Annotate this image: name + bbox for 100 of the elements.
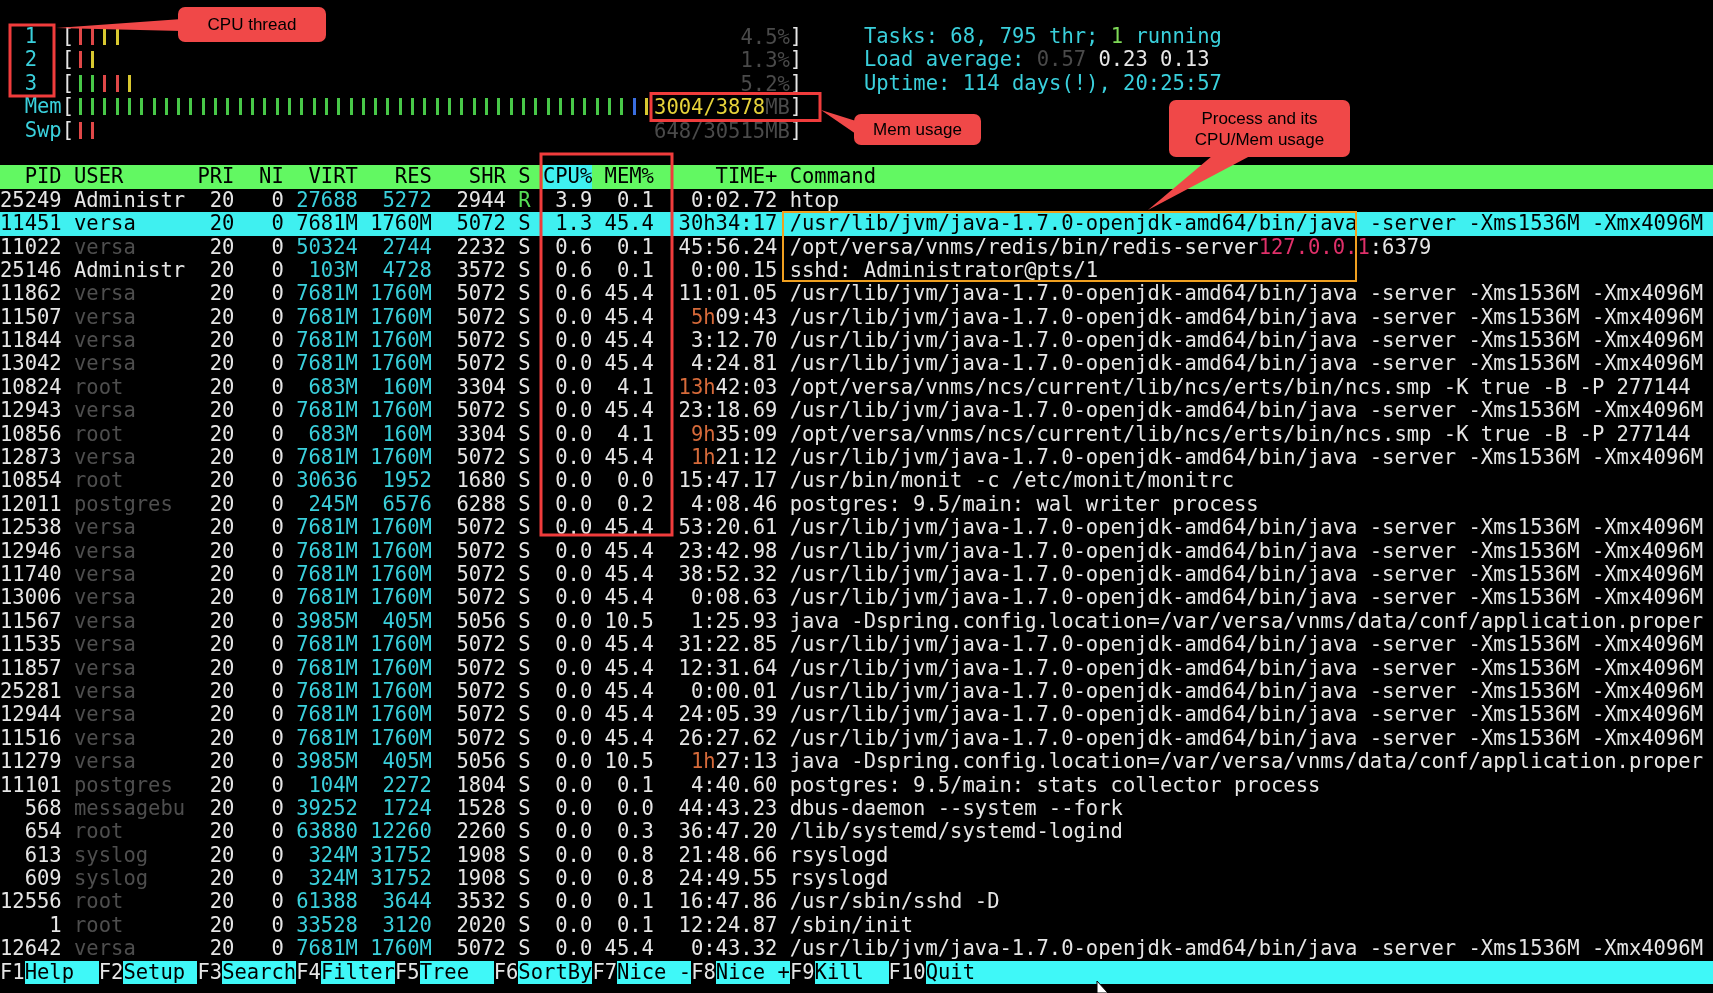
column-header[interactable]: S bbox=[518, 165, 531, 189]
process-row[interactable]: 12944 versa 20 0 7681M 1760M 5072 S 0.0 45.4 24:05.39 /usr/lib/jvm/java-1.7.0-openjdk-amd64/bin/java -server -Xms1536M -Xmx4096M bbox=[0, 703, 1713, 727]
column-header[interactable]: PRI bbox=[197, 165, 235, 189]
table-cell-text: 20 bbox=[208, 563, 235, 587]
meter-bracket: ] bbox=[789, 48, 803, 72]
process-row[interactable]: 25249 Administr 20 0 27688 5272 2944 R 3.9 0.1 0:02.72 htop bbox=[0, 188, 1713, 213]
column-header[interactable]: RES bbox=[370, 165, 432, 189]
table-cell-text: /usr/lib/jvm/java-1.7.0-openjdk-amd64/bin/java -server -Xms1536M -Xmx4096M bbox=[789, 329, 1704, 353]
table-cell-text: 20 bbox=[208, 258, 235, 283]
process-row[interactable]: 13006 versa 20 0 7681M 1760M 5072 S 0.0 45.4 0:08.63 /usr/lib/jvm/java-1.7.0-openjdk-amd64/bin/java -server -Xms1536M -Xmx4096M bbox=[0, 586, 1713, 610]
table-cell: Administr bbox=[74, 188, 186, 213]
table-cell-text: /usr/lib/jvm/java-1.7.0-openjdk-amd64/bin/java -server -Xms1536M -Xmx4096M bbox=[789, 446, 1704, 470]
process-row[interactable]: 11507 versa 20 0 7681M 1760M 5072 S 0.0 45.4 5h09:43 /usr/lib/jvm/java-1.7.0-openjdk-amd64/bin/java -server -Xms1536M -Xmx4096M bbox=[0, 305, 1713, 330]
table-cell: 1760M bbox=[370, 212, 432, 236]
process-row[interactable]: 25281 versa 20 0 7681M 1760M 5072 S 0.0 45.4 0:00.01 /usr/lib/jvm/java-1.7.0-openjdk-amd64/bin/java -server -Xms1536M -Xmx4096M bbox=[0, 679, 1713, 704]
table-cell-text: 20 bbox=[208, 867, 235, 891]
function-key-button[interactable]: Tree bbox=[419, 960, 494, 984]
function-key-button[interactable]: Nice - bbox=[617, 960, 692, 984]
meter-label: 2 bbox=[24, 48, 38, 72]
column-header[interactable]: SHR bbox=[444, 165, 506, 189]
table-cell: 7681M bbox=[296, 305, 358, 330]
table-cell-text: 0 bbox=[270, 446, 284, 470]
table-cell-text: 0:00.01 bbox=[689, 679, 778, 704]
process-row[interactable]: 11279 versa 20 0 3985M 405M 5056 S 0.0 10.5 1h27:13 java -Dspring.config.location=/var/versa/vnms/data/conf/application.proper bbox=[0, 750, 1713, 774]
process-row[interactable]: 12943 versa 20 0 7681M 1760M 5072 S 0.0 45.4 23:18.69 /usr/lib/jvm/java-1.7.0-openjdk-amd64/bin/java -server -Xms1536M -Xmx4096M bbox=[0, 399, 1713, 423]
table-cell-text: /opt/versa/vnms/ncs/current/lib/ncs/erts/bin/ncs.smp -K true -B -P 277144 bbox=[789, 422, 1692, 447]
table-cell: 7681M bbox=[296, 446, 358, 470]
meter-label: 1 bbox=[24, 25, 38, 49]
process-row[interactable]: 12538 versa 20 0 7681M 1760M 5072 S 0.0 45.4 53:20.61 /usr/lib/jvm/java-1.7.0-openjdk-amd64/bin/java -server -Xms1536M -Xmx4096M bbox=[0, 516, 1713, 540]
table-cell-text: 0 bbox=[270, 235, 284, 259]
process-row[interactable]: 11857 versa 20 0 7681M 1760M 5072 S 0.0 45.4 12:31.64 /usr/lib/jvm/java-1.7.0-openjdk-amd64/bin/java -server -Xms1536M -Xmx4096M bbox=[0, 656, 1713, 680]
process-row[interactable]: 10854 root 20 0 30636 1952 1680 S 0.0 0.0 15:47.17 /usr/bin/monit -c /etc/monit/monitrc bbox=[0, 469, 1713, 493]
process-row[interactable]: 12946 versa 20 0 7681M 1760M 5072 S 0.0 45.4 23:42.98 /usr/lib/jvm/java-1.7.0-openjdk-amd64/bin/java -server -Xms1536M -Xmx4096M bbox=[0, 539, 1713, 563]
table-cell: 1760M bbox=[370, 446, 432, 470]
table-cell-text: /usr/lib/jvm/java-1.7.0-openjdk-amd64/bin/java -server -Xms1536M -Xmx4096M bbox=[789, 282, 1704, 306]
process-row[interactable]: 11740 versa 20 0 7681M 1760M 5072 S 0.0 45.4 38:52.32 /usr/lib/jvm/java-1.7.0-openjdk-amd64/bin/java -server -Xms1536M -Xmx4096M bbox=[0, 563, 1713, 587]
process-row[interactable]: 12556 root 20 0 61388 3644 3532 S 0.0 0.1 16:47.86 /usr/sbin/sshd -D bbox=[0, 890, 1713, 914]
process-row[interactable]: 12642 versa 20 0 7681M 1760M 5072 S 0.0 45.4 0:43.32 /usr/lib/jvm/java-1.7.0-openjdk-amd64/bin/java -server -Xms1536M -Xmx4096M bbox=[0, 937, 1713, 961]
process-row[interactable]: 10856 root 20 0 683M 160M 3304 S 0.0 4.1 9h35:09 /opt/versa/vnms/ncs/current/lib/ncs/erts/bin/ncs.smp -K true -B -P 277144 bbox=[0, 422, 1713, 447]
function-key-button[interactable]: Search bbox=[222, 960, 297, 984]
process-row[interactable]: 609 syslog 20 0 324M 31752 1908 S 0.0 0.8 24:49.55 rsyslogd bbox=[0, 867, 1713, 891]
table-cell-text: 104M bbox=[307, 773, 358, 797]
process-row[interactable]: 568 messagebu 20 0 39252 1724 1528 S 0.0 0.0 44:43.23 dbus-daemon --system --fork bbox=[0, 796, 1713, 821]
column-header[interactable]: NI bbox=[246, 165, 284, 189]
table-cell-text: 5072 bbox=[455, 586, 506, 610]
table-cell: 1760M bbox=[370, 329, 432, 353]
column-header[interactable]: PID bbox=[0, 165, 62, 189]
shortcut-key: F6 bbox=[493, 960, 519, 984]
table-cell: S bbox=[518, 212, 531, 236]
process-row[interactable]: 25146 Administr 20 0 103M 4728 3572 S 0.6 0.1 0:00.15 sshd: Administrator@pts/1 bbox=[0, 258, 1713, 283]
function-key-button[interactable]: Help bbox=[24, 960, 99, 984]
process-row[interactable]: 11101 postgres 20 0 104M 2272 1804 S 0.0 0.1 4:40.60 postgres: 9.5/main: stats collector process bbox=[0, 773, 1713, 797]
function-key-button[interactable]: SortBy bbox=[518, 960, 593, 984]
table-cell-text: 20 bbox=[208, 609, 235, 634]
process-row[interactable]: 13042 versa 20 0 7681M 1760M 5072 S 0.0 45.4 4:24.81 /usr/lib/jvm/java-1.7.0-openjdk-amd64/bin/java -server -Xms1536M -Xmx4096M bbox=[0, 352, 1713, 376]
function-key-button[interactable]: Filter bbox=[320, 960, 395, 984]
shortcut-key: F8 bbox=[691, 960, 716, 984]
function-key-button[interactable]: Kill bbox=[814, 960, 889, 984]
process-row[interactable]: 11516 versa 20 0 7681M 1760M 5072 S 0.0 45.4 26:27.62 /usr/lib/jvm/java-1.7.0-openjdk-amd64/bin/java -server -Xms1536M -Xmx4096M bbox=[0, 726, 1713, 751]
process-row[interactable]: 1 root 20 0 33528 3120 2020 S 0.0 0.1 12:24.87 /sbin/init bbox=[0, 913, 1713, 938]
process-row[interactable]: 12011 postgres 20 0 245M 6576 6288 S 0.0 0.2 4:08.46 postgres: 9.5/main: wal writer process bbox=[0, 492, 1713, 517]
column-header[interactable]: Command bbox=[789, 165, 1713, 189]
process-row[interactable]: 11451 versa 20 0 7681M 1760M 5072 S 1.3 45.4 30h34:17 /usr/lib/jvm/java-1.7.0-openjdk-amd64/bin/java -server -Xms1536M -Xmx4096M bbox=[0, 212, 1713, 236]
table-cell: 45.4 bbox=[604, 563, 654, 587]
table-cell-text: 0.0 bbox=[554, 516, 593, 540]
table-cell: 45.4 bbox=[604, 329, 654, 353]
column-header[interactable]: CPU% bbox=[542, 165, 593, 189]
table-cell-text: 20 bbox=[208, 282, 235, 306]
table-cell-text: 4.1 bbox=[615, 422, 654, 447]
shortcut-key: F9 bbox=[789, 960, 815, 984]
table-cell: S bbox=[518, 446, 531, 470]
table-cell-text: 5072 bbox=[455, 282, 506, 306]
table-cell-text: versa bbox=[74, 446, 137, 470]
table-cell-text: root bbox=[74, 820, 125, 844]
table-cell-text: 3120 bbox=[381, 913, 432, 938]
table-cell: 11279 bbox=[0, 750, 62, 774]
table-cell-text: postgres bbox=[74, 773, 174, 797]
meter-bracket: [ bbox=[61, 25, 74, 49]
process-row[interactable]: 11862 versa 20 0 7681M 1760M 5072 S 0.6 45.4 11:01.05 /usr/lib/jvm/java-1.7.0-openjdk-amd64/bin/java -server -Xms1536M -Xmx4096M bbox=[0, 282, 1713, 306]
process-row[interactable]: 11844 versa 20 0 7681M 1760M 5072 S 0.0 45.4 3:12.70 /usr/lib/jvm/java-1.7.0-openjdk-amd64/bin/java -server -Xms1536M -Xmx4096M bbox=[0, 329, 1713, 353]
column-header[interactable]: TIME+ bbox=[666, 165, 778, 189]
table-cell-text: 45:56.24 bbox=[677, 235, 778, 259]
table-cell: 1760M bbox=[370, 937, 432, 961]
column-header[interactable]: VIRT bbox=[296, 165, 358, 189]
function-key-button[interactable]: Quit bbox=[925, 960, 1713, 984]
shortcut-key: F5 bbox=[394, 960, 420, 984]
column-header[interactable]: USER bbox=[74, 165, 186, 189]
process-row[interactable]: 12873 versa 20 0 7681M 1760M 5072 S 0.0 45.4 1h21:12 /usr/lib/jvm/java-1.7.0-openjdk-amd64/bin/java -server -Xms1536M -Xmx4096M bbox=[0, 446, 1713, 470]
process-row[interactable]: 10824 root 20 0 683M 160M 3304 S 0.0 4.1 13h42:03 /opt/versa/vnms/ncs/current/lib/ncs/erts/bin/ncs.smp -K true -B -P 277144 bbox=[0, 375, 1713, 400]
table-cell: 45.4 bbox=[604, 937, 654, 961]
process-row[interactable]: 654 root 20 0 63880 12260 2260 S 0.0 0.3 36:47.20 /lib/systemd/systemd-logind bbox=[0, 820, 1713, 844]
column-header[interactable]: MEM% bbox=[604, 165, 654, 189]
table-cell: 1760M bbox=[370, 539, 432, 563]
function-key-button[interactable]: Setup bbox=[123, 960, 198, 984]
table-cell-text: 30h34:17 bbox=[677, 212, 778, 236]
function-key-button[interactable]: Nice + bbox=[715, 960, 790, 984]
process-row[interactable]: 613 syslog 20 0 324M 31752 1908 S 0.0 0.8 21:48.66 rsyslogd bbox=[0, 843, 1713, 868]
process-row[interactable]: 11535 versa 20 0 7681M 1760M 5072 S 0.0 45.4 31:22.85 /usr/lib/jvm/java-1.7.0-openjdk-amd64/bin/java -server -Xms1536M -Xmx4096M bbox=[0, 633, 1713, 657]
process-row[interactable]: 11567 versa 20 0 3985M 405M 5056 S 0.0 10.5 1:25.93 java -Dspring.config.location=/var/versa/vnms/data/conf/application.proper bbox=[0, 609, 1713, 634]
table-cell-text: 5072 bbox=[455, 305, 506, 330]
